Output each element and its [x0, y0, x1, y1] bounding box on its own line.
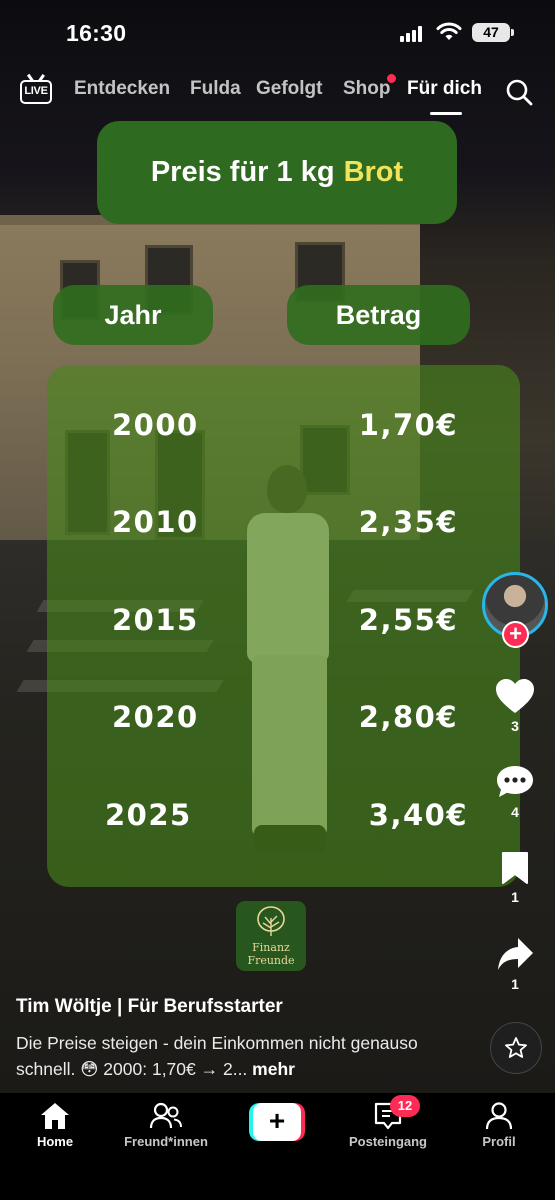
nav-inbox[interactable]: Posteingang	[333, 1101, 443, 1149]
status-bar: 16:30 47	[0, 0, 555, 66]
search-icon[interactable]	[505, 78, 533, 106]
finanz-freunde-logo: Finanz Freunde	[236, 901, 306, 971]
comment-icon	[497, 766, 533, 797]
tab-gefolgt[interactable]: Gefolgt	[256, 78, 323, 100]
overlay-title: Preis für 1 kg Brot	[97, 121, 457, 224]
follow-plus-icon[interactable]: +	[502, 621, 529, 648]
table-cell-year: 2020	[112, 700, 199, 734]
home-icon	[41, 1103, 69, 1129]
table-row: 2020 2,80€	[47, 700, 520, 740]
create-button[interactable]: +	[249, 1103, 305, 1141]
table-cell-amount: 2,55€	[358, 603, 458, 637]
post-caption-text: Die Preise steigen - dein Einkommen nich…	[16, 1033, 418, 1079]
table-row: 2010 2,35€	[47, 505, 520, 545]
table-cell-year: 2000	[112, 408, 199, 442]
overlay-title-highlight: Brot	[343, 156, 404, 188]
share-count: 1	[511, 976, 519, 992]
overlay-title-prefix: Preis für 1 kg	[150, 156, 335, 188]
bookmark-button[interactable]: 1	[492, 851, 538, 905]
table-row: 2025 3,40€	[47, 798, 520, 838]
tab-fuer-dich[interactable]: Für dich	[407, 78, 482, 100]
live-icon[interactable]: LIVE	[20, 74, 52, 104]
table-row: 2000 1,70€	[47, 408, 520, 448]
wifi-icon	[436, 22, 462, 40]
table-cell-amount: 2,35€	[358, 505, 458, 539]
profile-icon	[485, 1102, 513, 1130]
friends-icon	[149, 1102, 182, 1129]
like-count: 3	[511, 718, 519, 734]
table-cell-amount: 1,70€	[358, 408, 458, 442]
nav-friends-label: Freund*innen	[124, 1134, 208, 1149]
inbox-badge: 12	[390, 1095, 420, 1117]
nav-inbox-label: Posteingang	[348, 1134, 427, 1149]
bookmark-icon	[502, 852, 528, 884]
table-cell-year: 2025	[105, 798, 192, 832]
tab-fulda[interactable]: Fulda	[190, 78, 241, 100]
post-author[interactable]: Tim Wöltje | Für Berufsstarter	[16, 996, 283, 1018]
favorite-sound-button[interactable]	[490, 1022, 542, 1074]
bookmark-count: 1	[511, 889, 519, 905]
nav-profile-label: Profil	[482, 1134, 516, 1149]
table-row: 2015 2,55€	[47, 603, 520, 643]
comment-button[interactable]: 4	[492, 764, 538, 820]
top-nav: LIVE Entdecken Fulda Gefolgt Shop Für di…	[0, 72, 555, 115]
tree-icon	[257, 906, 285, 936]
shop-notification-dot	[387, 74, 396, 83]
share-arrow-icon	[498, 938, 533, 970]
live-label: LIVE	[20, 80, 52, 104]
tab-entdecken[interactable]: Entdecken	[74, 78, 170, 100]
heart-icon	[496, 679, 534, 713]
price-table: 2000 1,70€ 2010 2,35€ 2015 2,55€ 2020 2,…	[47, 365, 520, 887]
star-icon	[505, 1037, 527, 1058]
column-header-amount: Betrag	[287, 285, 470, 345]
table-cell-amount: 2,80€	[358, 700, 458, 734]
logo-line1: Finanz	[252, 941, 290, 954]
battery-indicator: 47	[472, 23, 514, 42]
plus-icon: +	[253, 1103, 301, 1141]
table-cell-amount: 3,40€	[368, 798, 468, 832]
logo-line2: Freunde	[247, 954, 295, 967]
nav-profile[interactable]: Profil	[444, 1101, 554, 1149]
tab-shop[interactable]: Shop	[343, 78, 391, 100]
like-button[interactable]: 3	[492, 678, 538, 734]
nav-home[interactable]: Home	[0, 1101, 110, 1149]
status-time: 16:30	[66, 20, 127, 46]
caption-more-link[interactable]: mehr	[252, 1059, 295, 1079]
share-button[interactable]: 1	[492, 936, 538, 992]
comment-count: 4	[511, 804, 519, 820]
active-tab-indicator	[430, 112, 462, 115]
table-cell-year: 2010	[112, 505, 199, 539]
nav-friends[interactable]: Freund*innen	[111, 1101, 221, 1149]
table-cell-year: 2015	[112, 603, 199, 637]
cellular-signal-icon	[400, 26, 422, 42]
post-caption[interactable]: Die Preise steigen - dein Einkommen nich…	[16, 1030, 466, 1082]
nav-home-label: Home	[36, 1134, 74, 1149]
column-header-year: Jahr	[53, 285, 213, 345]
